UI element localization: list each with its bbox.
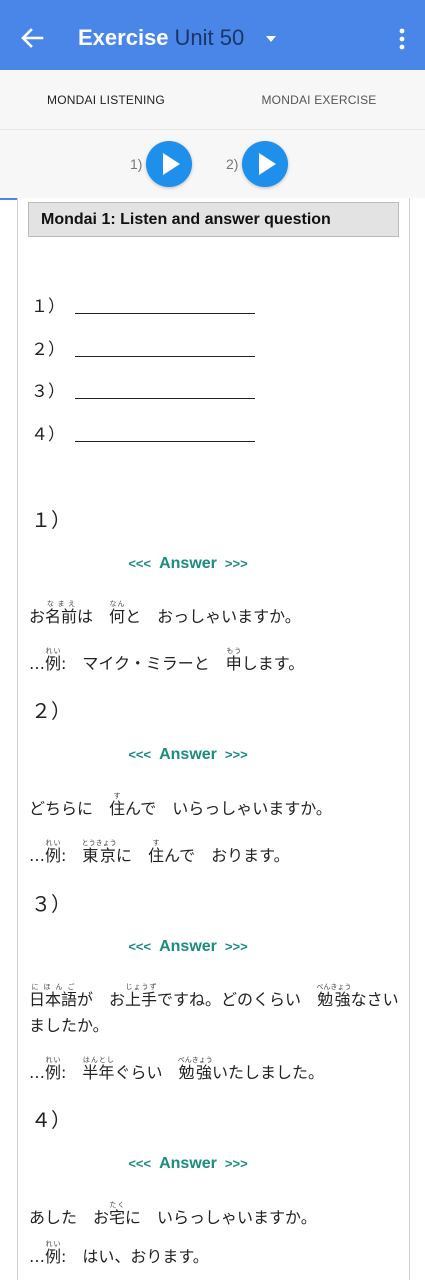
question-number: ２） bbox=[31, 699, 71, 723]
answer-left-arrows: <<< bbox=[128, 556, 152, 571]
play-icon[interactable] bbox=[146, 141, 193, 187]
player-label: 2) bbox=[226, 156, 239, 172]
question-text: 日本語にほんごが お上手じょうずですね。どのくらい 勉強べんきょうなさいましたか… bbox=[29, 983, 399, 1035]
arrow-left-icon[interactable] bbox=[14, 20, 50, 56]
unit-selector-label[interactable]: Unit 50 bbox=[175, 25, 245, 50]
player-label: 1) bbox=[130, 156, 143, 172]
blank-number: ３） bbox=[31, 382, 65, 402]
title-text: Exercise bbox=[78, 25, 169, 50]
tab-mondai-exercise[interactable]: MONDAI EXERCISE bbox=[213, 70, 425, 130]
question-number: ３） bbox=[31, 892, 71, 916]
answer-toggle[interactable]: <<< Answer >>> bbox=[18, 746, 358, 764]
audio-player-1: 1) bbox=[130, 141, 193, 187]
audio-player-2: 2) bbox=[226, 141, 289, 187]
blank-line bbox=[75, 441, 255, 442]
blank-line bbox=[75, 313, 255, 314]
blank-number: ４） bbox=[31, 425, 65, 445]
answer-right-arrows: >>> bbox=[224, 556, 248, 571]
blank-number: ２） bbox=[31, 340, 65, 360]
answer-blank: ２） bbox=[31, 335, 255, 360]
answer-label: Answer bbox=[159, 555, 217, 572]
example-answer: …例れい: 東京とうきょうに 住すんで おります。 bbox=[29, 839, 290, 865]
question-number: ４） bbox=[31, 1108, 71, 1132]
blank-line bbox=[75, 398, 255, 399]
question-text: あした お宅たくに いらっしゃいますか。 bbox=[29, 1201, 317, 1227]
blank-line bbox=[75, 356, 255, 357]
answer-toggle[interactable]: <<< Answer >>> bbox=[18, 1155, 358, 1173]
answer-blank: １） bbox=[31, 292, 255, 317]
example-answer: …例れい: はい、おります。 bbox=[29, 1240, 209, 1266]
exercise-content: Mondai 1: Listen and answer question １） … bbox=[17, 198, 410, 1280]
section-title: Mondai 1: Listen and answer question bbox=[28, 202, 399, 237]
question-number: １） bbox=[31, 508, 71, 532]
answer-toggle[interactable]: <<< Answer >>> bbox=[18, 555, 358, 573]
tab-mondai-listening[interactable]: MONDAI LISTENING bbox=[0, 70, 212, 130]
answer-toggle[interactable]: <<< Answer >>> bbox=[18, 938, 358, 956]
more-vert-icon[interactable] bbox=[388, 22, 416, 58]
app-bar: Exercise Unit 50 bbox=[0, 8, 425, 70]
blank-number: １） bbox=[31, 297, 65, 317]
answer-blank: ３） bbox=[31, 377, 255, 402]
example-answer: …例れい: マイク・ミラーと 申もうします。 bbox=[29, 647, 305, 673]
status-bar bbox=[0, 0, 425, 8]
question-text: お名前なまえは 何なんと おっしゃいますか。 bbox=[29, 600, 301, 626]
play-icon[interactable] bbox=[242, 141, 289, 187]
example-answer: …例れい: 半年はんとしぐらい 勉強べんきょういたしました。 bbox=[29, 1056, 324, 1082]
tab-bar: MONDAI LISTENING MONDAI EXERCISE bbox=[0, 70, 425, 200]
answer-blank: ４） bbox=[31, 420, 255, 445]
question-text: どちらに 住すんで いらっしゃいますか。 bbox=[29, 792, 332, 818]
caret-down-icon[interactable] bbox=[260, 28, 282, 50]
audio-players: 1) 2) bbox=[0, 130, 425, 198]
page-title: Exercise Unit 50 bbox=[78, 25, 244, 51]
